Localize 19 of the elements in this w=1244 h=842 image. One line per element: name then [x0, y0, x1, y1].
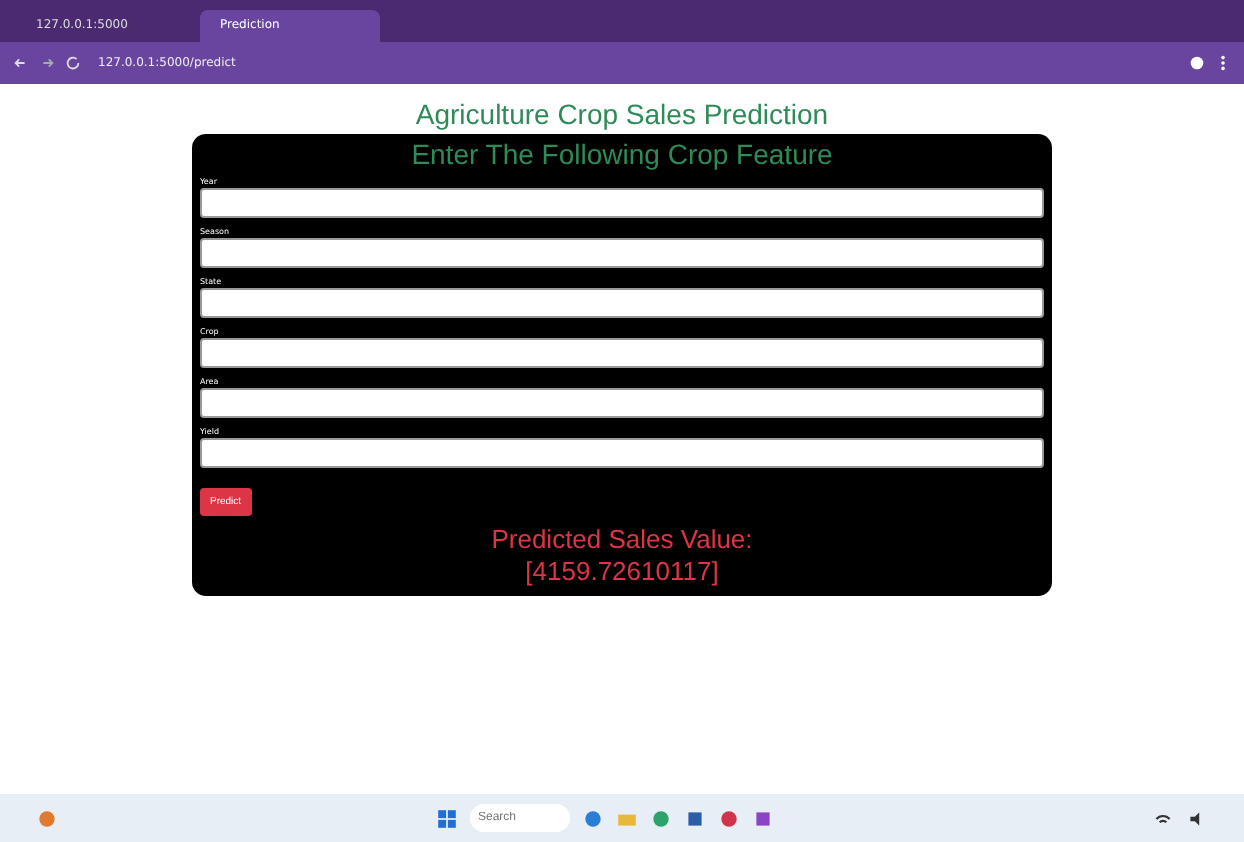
- input-field[interactable]: [200, 238, 1044, 268]
- page-title: Agriculture Crop Sales Prediction: [415, 98, 829, 130]
- app-icon[interactable]: [582, 807, 604, 829]
- input-field[interactable]: [200, 388, 1044, 418]
- back-icon[interactable]: [12, 54, 30, 72]
- browser-icon[interactable]: [650, 807, 672, 829]
- start-icon[interactable]: [436, 807, 458, 829]
- input-field[interactable]: [200, 188, 1044, 218]
- app-icon[interactable]: [684, 807, 706, 829]
- input-field[interactable]: [200, 438, 1044, 468]
- reload-icon[interactable]: [64, 54, 82, 72]
- app-icon[interactable]: [718, 807, 740, 829]
- app-icon[interactable]: [752, 807, 774, 829]
- result-value: [4159.72610117]: [523, 556, 721, 588]
- result-label: Predicted Sales Value:: [489, 524, 755, 556]
- forward-icon[interactable]: [38, 54, 56, 72]
- form-title: Enter The Following Crop Feature: [409, 138, 835, 170]
- input-field[interactable]: [200, 288, 1044, 318]
- input-field[interactable]: [200, 338, 1044, 368]
